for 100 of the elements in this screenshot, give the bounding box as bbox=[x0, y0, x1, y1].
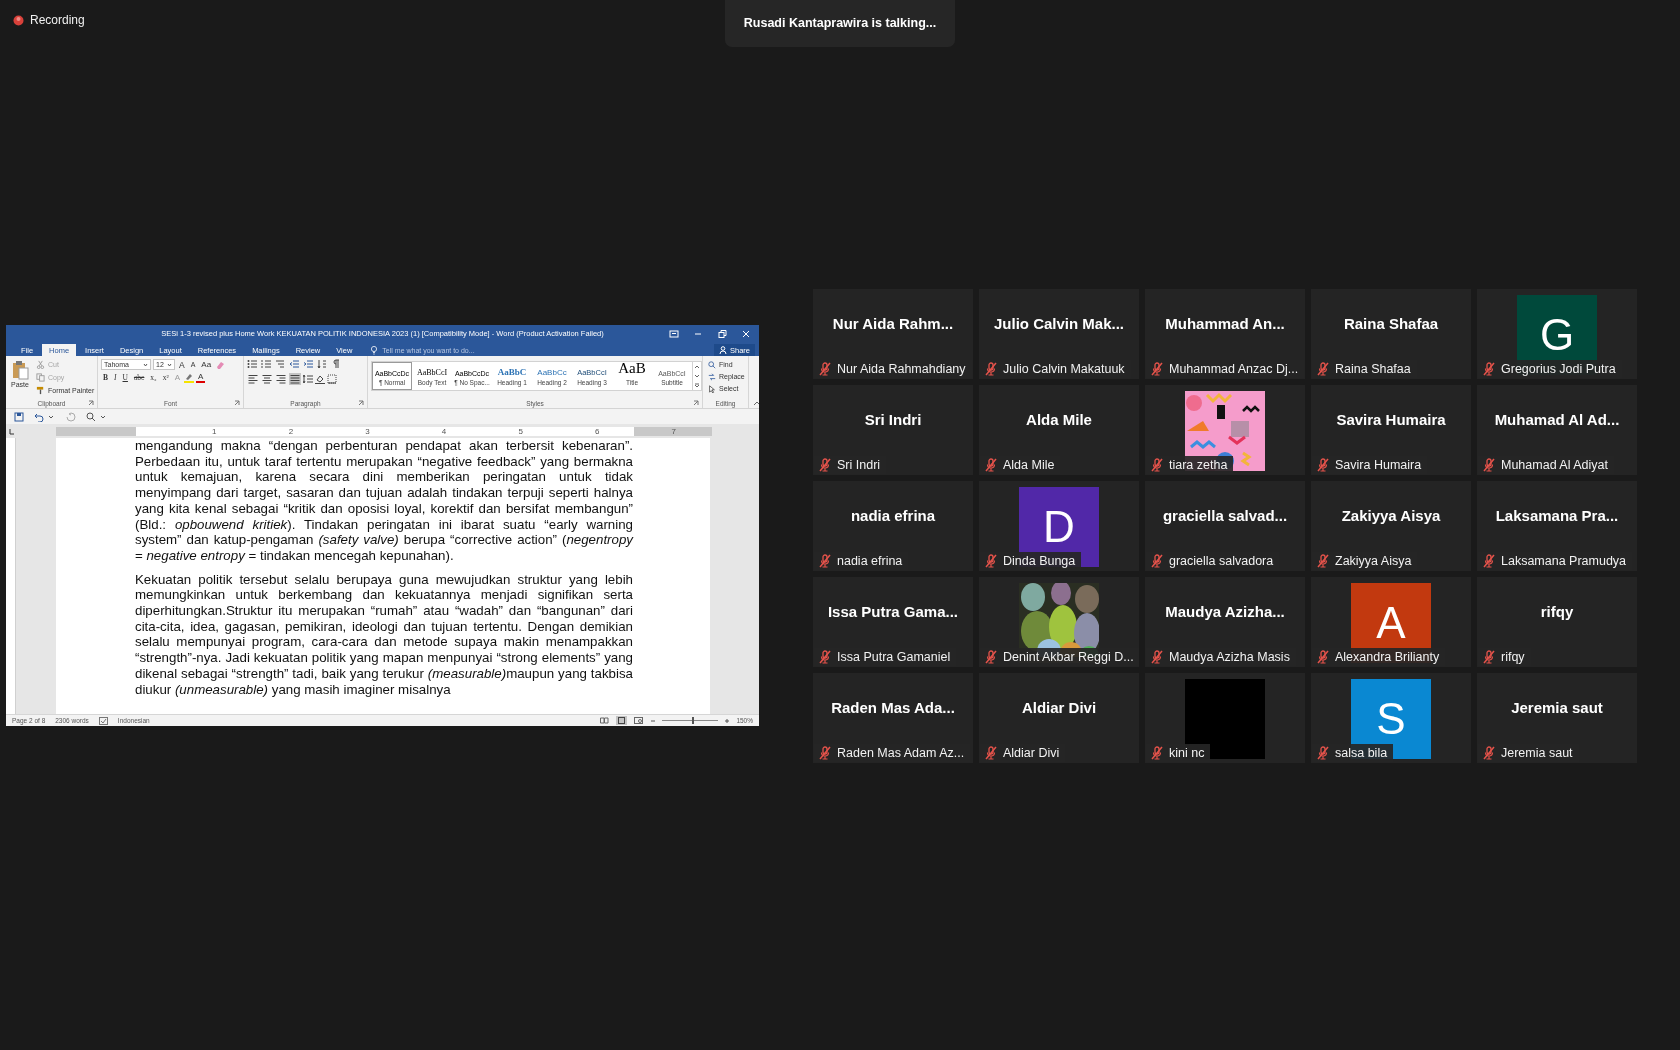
participant-name: Aldiar Divi bbox=[1003, 745, 1060, 760]
participant-name: graciella salvadora bbox=[1169, 553, 1274, 568]
participant-name: nadia efrina bbox=[837, 553, 903, 568]
participant-tile[interactable]: G Gregorius Jodi Putra bbox=[1477, 288, 1637, 379]
ribbon-display-icon[interactable] bbox=[669, 328, 679, 339]
participant-name: Gregorius Jodi Putra bbox=[1501, 361, 1616, 376]
close-icon[interactable] bbox=[741, 328, 751, 339]
align-center-button[interactable] bbox=[261, 373, 273, 385]
shading-icon[interactable] bbox=[315, 374, 325, 384]
participant-tile[interactable]: Maudya Azizha... Maudya Azizha Masis bbox=[1145, 576, 1305, 667]
plus-icon[interactable] bbox=[724, 717, 731, 724]
align-right-button[interactable] bbox=[275, 373, 287, 385]
ruler-number: 1 bbox=[211, 426, 218, 436]
dialog-launcher-icon[interactable] bbox=[88, 400, 94, 406]
participant-name: Savira Humaira bbox=[1335, 457, 1422, 472]
print-view-button[interactable] bbox=[616, 716, 628, 725]
participant-display-name: Nur Aida Rahm... bbox=[832, 315, 954, 332]
participant-tile[interactable]: tiara zetha bbox=[1145, 384, 1305, 475]
participant-name: Raina Shafaa bbox=[1335, 361, 1411, 376]
change-case-button[interactable]: Aa bbox=[199, 359, 214, 370]
proofing-icon[interactable] bbox=[98, 716, 108, 725]
participant-tile[interactable]: Issa Putra Gama... Issa Putra Gamaniel bbox=[813, 576, 973, 667]
participant-display-name: Raden Mas Ada... bbox=[831, 699, 955, 716]
tab-selector-icon[interactable] bbox=[8, 427, 15, 435]
ruler-number: 7 bbox=[670, 426, 677, 436]
cursor-icon[interactable] bbox=[708, 384, 716, 393]
dialog-launcher-icon[interactable] bbox=[693, 400, 699, 406]
recording-icon bbox=[13, 14, 24, 26]
highlighter-icon[interactable] bbox=[184, 372, 195, 383]
participant-name: Dinda Bunga bbox=[1003, 553, 1076, 568]
font-color-button[interactable]: A bbox=[196, 372, 206, 383]
sort-icon[interactable] bbox=[317, 359, 327, 369]
participant-tile[interactable]: rifqy rifqy bbox=[1477, 576, 1637, 667]
ruler-number: 3 bbox=[364, 426, 371, 436]
participant-display-name: Savira Humaira bbox=[1336, 411, 1446, 428]
participant-tile[interactable]: S salsa bila bbox=[1311, 672, 1471, 763]
participant-tile[interactable]: Raina Shafaa Raina Shafaa bbox=[1311, 288, 1471, 379]
participant-name: tiara zetha bbox=[1169, 457, 1228, 472]
participant-name: Maudya Azizha Masis bbox=[1169, 649, 1290, 664]
borders-icon[interactable] bbox=[327, 374, 337, 384]
participant-name: Sri Indri bbox=[837, 457, 881, 472]
participant-tile[interactable]: Zakiyya Aisya Zakiyya Aisya bbox=[1311, 480, 1471, 571]
participant-tile[interactable]: Sri Indri Sri Indri bbox=[813, 384, 973, 475]
multilevel-list-icon[interactable] bbox=[275, 359, 285, 369]
pilcrow-icon[interactable] bbox=[331, 359, 341, 369]
participant-name: Laksamana Pramudya bbox=[1501, 553, 1627, 568]
participant-tile[interactable]: Alda Mile Alda Mile bbox=[979, 384, 1139, 475]
participant-tile[interactable]: Savira Humaira Savira Humaira bbox=[1311, 384, 1471, 475]
line-spacing-icon[interactable] bbox=[303, 374, 313, 384]
zoom-slider-thumb[interactable] bbox=[692, 717, 695, 724]
swap-arrows-icon[interactable] bbox=[708, 372, 716, 381]
participant-name: Issa Putra Gamaniel bbox=[837, 649, 951, 664]
clipboard-icon[interactable] bbox=[11, 360, 29, 380]
grow-font-button[interactable]: A bbox=[177, 359, 187, 370]
ruler-number: 2 bbox=[287, 426, 295, 436]
participant-tile[interactable]: Jeremia saut Jeremia saut bbox=[1477, 672, 1637, 763]
participant-tile[interactable]: Muhammad An... Muhammad Anzac Dj... bbox=[1145, 288, 1305, 379]
participant-tile[interactable]: D Dinda Bunga bbox=[979, 480, 1139, 571]
participant-tile[interactable]: Denint Akbar Reggi D... bbox=[979, 576, 1139, 667]
restore-icon[interactable] bbox=[717, 328, 727, 339]
participant-name: Alexandra Brilianty bbox=[1335, 649, 1440, 664]
participant-tile[interactable]: Laksamana Pra... Laksamana Pramudya bbox=[1477, 480, 1637, 571]
align-justify-button[interactable] bbox=[289, 373, 301, 385]
participant-tile[interactable]: Aldiar Divi Aldiar Divi bbox=[979, 672, 1139, 763]
save-icon[interactable] bbox=[14, 411, 24, 422]
participant-tile[interactable]: Raden Mas Ada... Raden Mas Adam Az... bbox=[813, 672, 973, 763]
scroll-up-icon[interactable] bbox=[694, 364, 700, 369]
participant-tile[interactable]: kini nc bbox=[1145, 672, 1305, 763]
participant-display-name: graciella salvad... bbox=[1162, 507, 1288, 524]
dialog-launcher-icon[interactable] bbox=[358, 400, 364, 406]
participant-display-name: Alda Mile bbox=[1026, 411, 1092, 428]
participant-display-name: Laksamana Pra... bbox=[1495, 507, 1619, 524]
scroll-down-icon[interactable] bbox=[694, 373, 700, 379]
numbering-icon[interactable] bbox=[261, 359, 271, 369]
undo-icon[interactable] bbox=[34, 411, 44, 422]
person-icon[interactable] bbox=[719, 346, 727, 354]
ruler-number: 5 bbox=[517, 426, 524, 436]
collapse-ribbon-icon[interactable] bbox=[753, 400, 759, 406]
increase-indent-icon[interactable] bbox=[303, 359, 313, 369]
dialog-launcher-icon[interactable] bbox=[234, 400, 240, 406]
participant-name: Denint Akbar Reggi D... bbox=[1003, 649, 1134, 664]
participant-tile[interactable]: Muhamad Al Ad... Muhamad Al Adiyat bbox=[1477, 384, 1637, 475]
participant-tile[interactable]: Julio Calvin Mak... Julio Calvin Makatuuk bbox=[979, 288, 1139, 379]
participant-tile[interactable]: A Alexandra Brilianty bbox=[1311, 576, 1471, 667]
participant-display-name: Maudya Azizha... bbox=[1165, 603, 1285, 620]
bullets-icon[interactable] bbox=[247, 359, 257, 369]
participant-name: rifqy bbox=[1501, 649, 1525, 664]
paintbrush-icon[interactable] bbox=[36, 386, 45, 395]
participant-name: Zakiyya Aisya bbox=[1335, 553, 1412, 568]
search-icon[interactable] bbox=[708, 360, 716, 369]
more-icon[interactable] bbox=[694, 383, 700, 388]
participant-tile[interactable]: graciella salvad... graciella salvadora bbox=[1145, 480, 1305, 571]
web-view-button[interactable] bbox=[633, 716, 645, 725]
lightbulb-icon bbox=[369, 345, 380, 355]
participant-tile[interactable]: nadia efrina nadia efrina bbox=[813, 480, 973, 571]
align-left-button[interactable] bbox=[247, 373, 259, 385]
participant-display-name: Issa Putra Gama... bbox=[827, 603, 959, 620]
participant-tile[interactable]: Nur Aida Rahm... Nur Aida Rahmahdiany bbox=[813, 288, 973, 379]
read-view-button[interactable] bbox=[599, 716, 611, 725]
decrease-indent-icon[interactable] bbox=[289, 359, 299, 369]
